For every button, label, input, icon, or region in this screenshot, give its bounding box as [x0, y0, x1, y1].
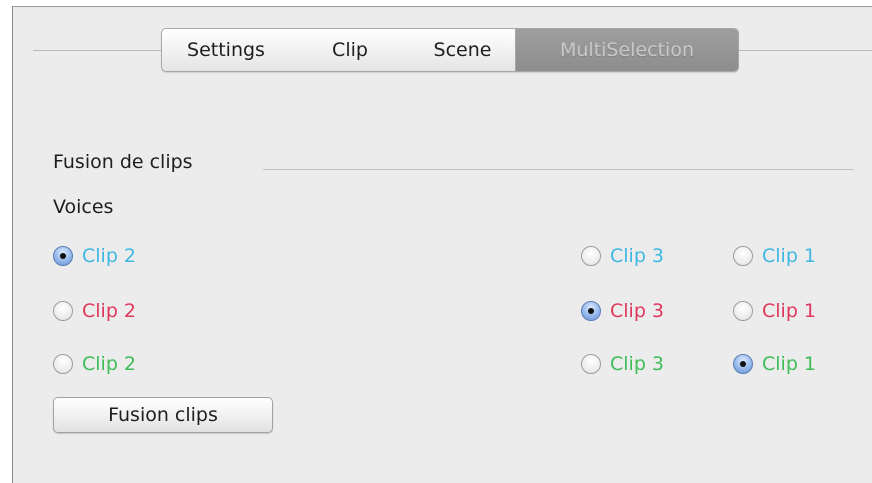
tab-multiselection[interactable]: MultiSelection — [516, 29, 738, 71]
radio-row2-clip3[interactable]: Clip 3 — [581, 298, 664, 324]
radio-label: Clip 2 — [82, 245, 137, 267]
tab-bar: Settings Clip Scene MultiSelection — [161, 28, 739, 72]
radio-label: Clip 2 — [82, 300, 137, 322]
tab-clip[interactable]: Clip — [290, 29, 410, 71]
voices-label: Voices — [53, 196, 114, 218]
radio-label: Clip 1 — [762, 245, 817, 267]
multiselection-panel: Settings Clip Scene MultiSelection Fusio… — [12, 6, 872, 483]
section-divider — [263, 169, 854, 170]
radio-label: Clip 3 — [610, 353, 665, 375]
radio-button[interactable] — [581, 354, 601, 374]
radio-button[interactable] — [733, 354, 753, 374]
radio-label: Clip 1 — [762, 353, 817, 375]
tab-settings[interactable]: Settings — [162, 29, 290, 71]
radio-row1-clip3[interactable]: Clip 3 — [581, 243, 664, 269]
radio-row3-clip1[interactable]: Clip 1 — [733, 351, 816, 377]
radio-button[interactable] — [733, 246, 753, 266]
radio-row1-clip2[interactable]: Clip 2 — [53, 243, 136, 269]
radio-label: Clip 3 — [610, 300, 665, 322]
radio-row3-clip2[interactable]: Clip 2 — [53, 351, 136, 377]
radio-label: Clip 2 — [82, 353, 137, 375]
radio-row2-clip1[interactable]: Clip 1 — [733, 298, 816, 324]
section-title: Fusion de clips — [53, 151, 193, 173]
radio-button[interactable] — [53, 301, 73, 321]
radio-row1-clip1[interactable]: Clip 1 — [733, 243, 816, 269]
radio-row3-clip3[interactable]: Clip 3 — [581, 351, 664, 377]
radio-button[interactable] — [733, 301, 753, 321]
radio-button[interactable] — [581, 301, 601, 321]
radio-button[interactable] — [581, 246, 601, 266]
radio-label: Clip 3 — [610, 245, 665, 267]
radio-row2-clip2[interactable]: Clip 2 — [53, 298, 136, 324]
tab-scene[interactable]: Scene — [410, 29, 516, 71]
radio-label: Clip 1 — [762, 300, 817, 322]
radio-button[interactable] — [53, 354, 73, 374]
fusion-clips-button[interactable]: Fusion clips — [53, 397, 273, 433]
radio-button[interactable] — [53, 246, 73, 266]
